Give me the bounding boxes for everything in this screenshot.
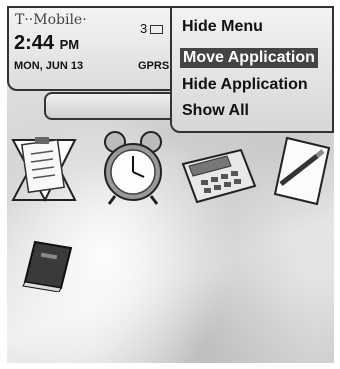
time-value: 2:44 [14,32,55,54]
alarm-clock-icon[interactable] [99,130,167,210]
task-list-icon[interactable] [9,134,79,210]
menu-item-show-all[interactable]: Show All [182,102,249,120]
calculator-icon[interactable] [179,142,259,210]
carrier-name: T··Mobile· [15,12,87,28]
clock-time: 2:44 PM [14,32,79,55]
signal-strength: 3 [140,21,148,36]
menu-item-move-application[interactable]: Move Application [180,48,318,68]
date-label: MON, JUN 13 [14,60,84,72]
envelope-icon [150,25,163,34]
address-book-icon[interactable] [21,238,73,296]
memo-pad-icon[interactable] [273,134,331,210]
home-screen: T··Mobile· 3 2:44 PM MON, JUN 13 GPRS Ta [7,6,334,363]
context-menu: Hide Menu Move Application Hide Applicat… [170,6,334,133]
network-type: GPRS [138,60,170,72]
menu-item-hide-application[interactable]: Hide Application [182,76,308,94]
time-ampm: PM [59,37,80,52]
menu-item-hide-menu[interactable]: Hide Menu [182,18,263,36]
